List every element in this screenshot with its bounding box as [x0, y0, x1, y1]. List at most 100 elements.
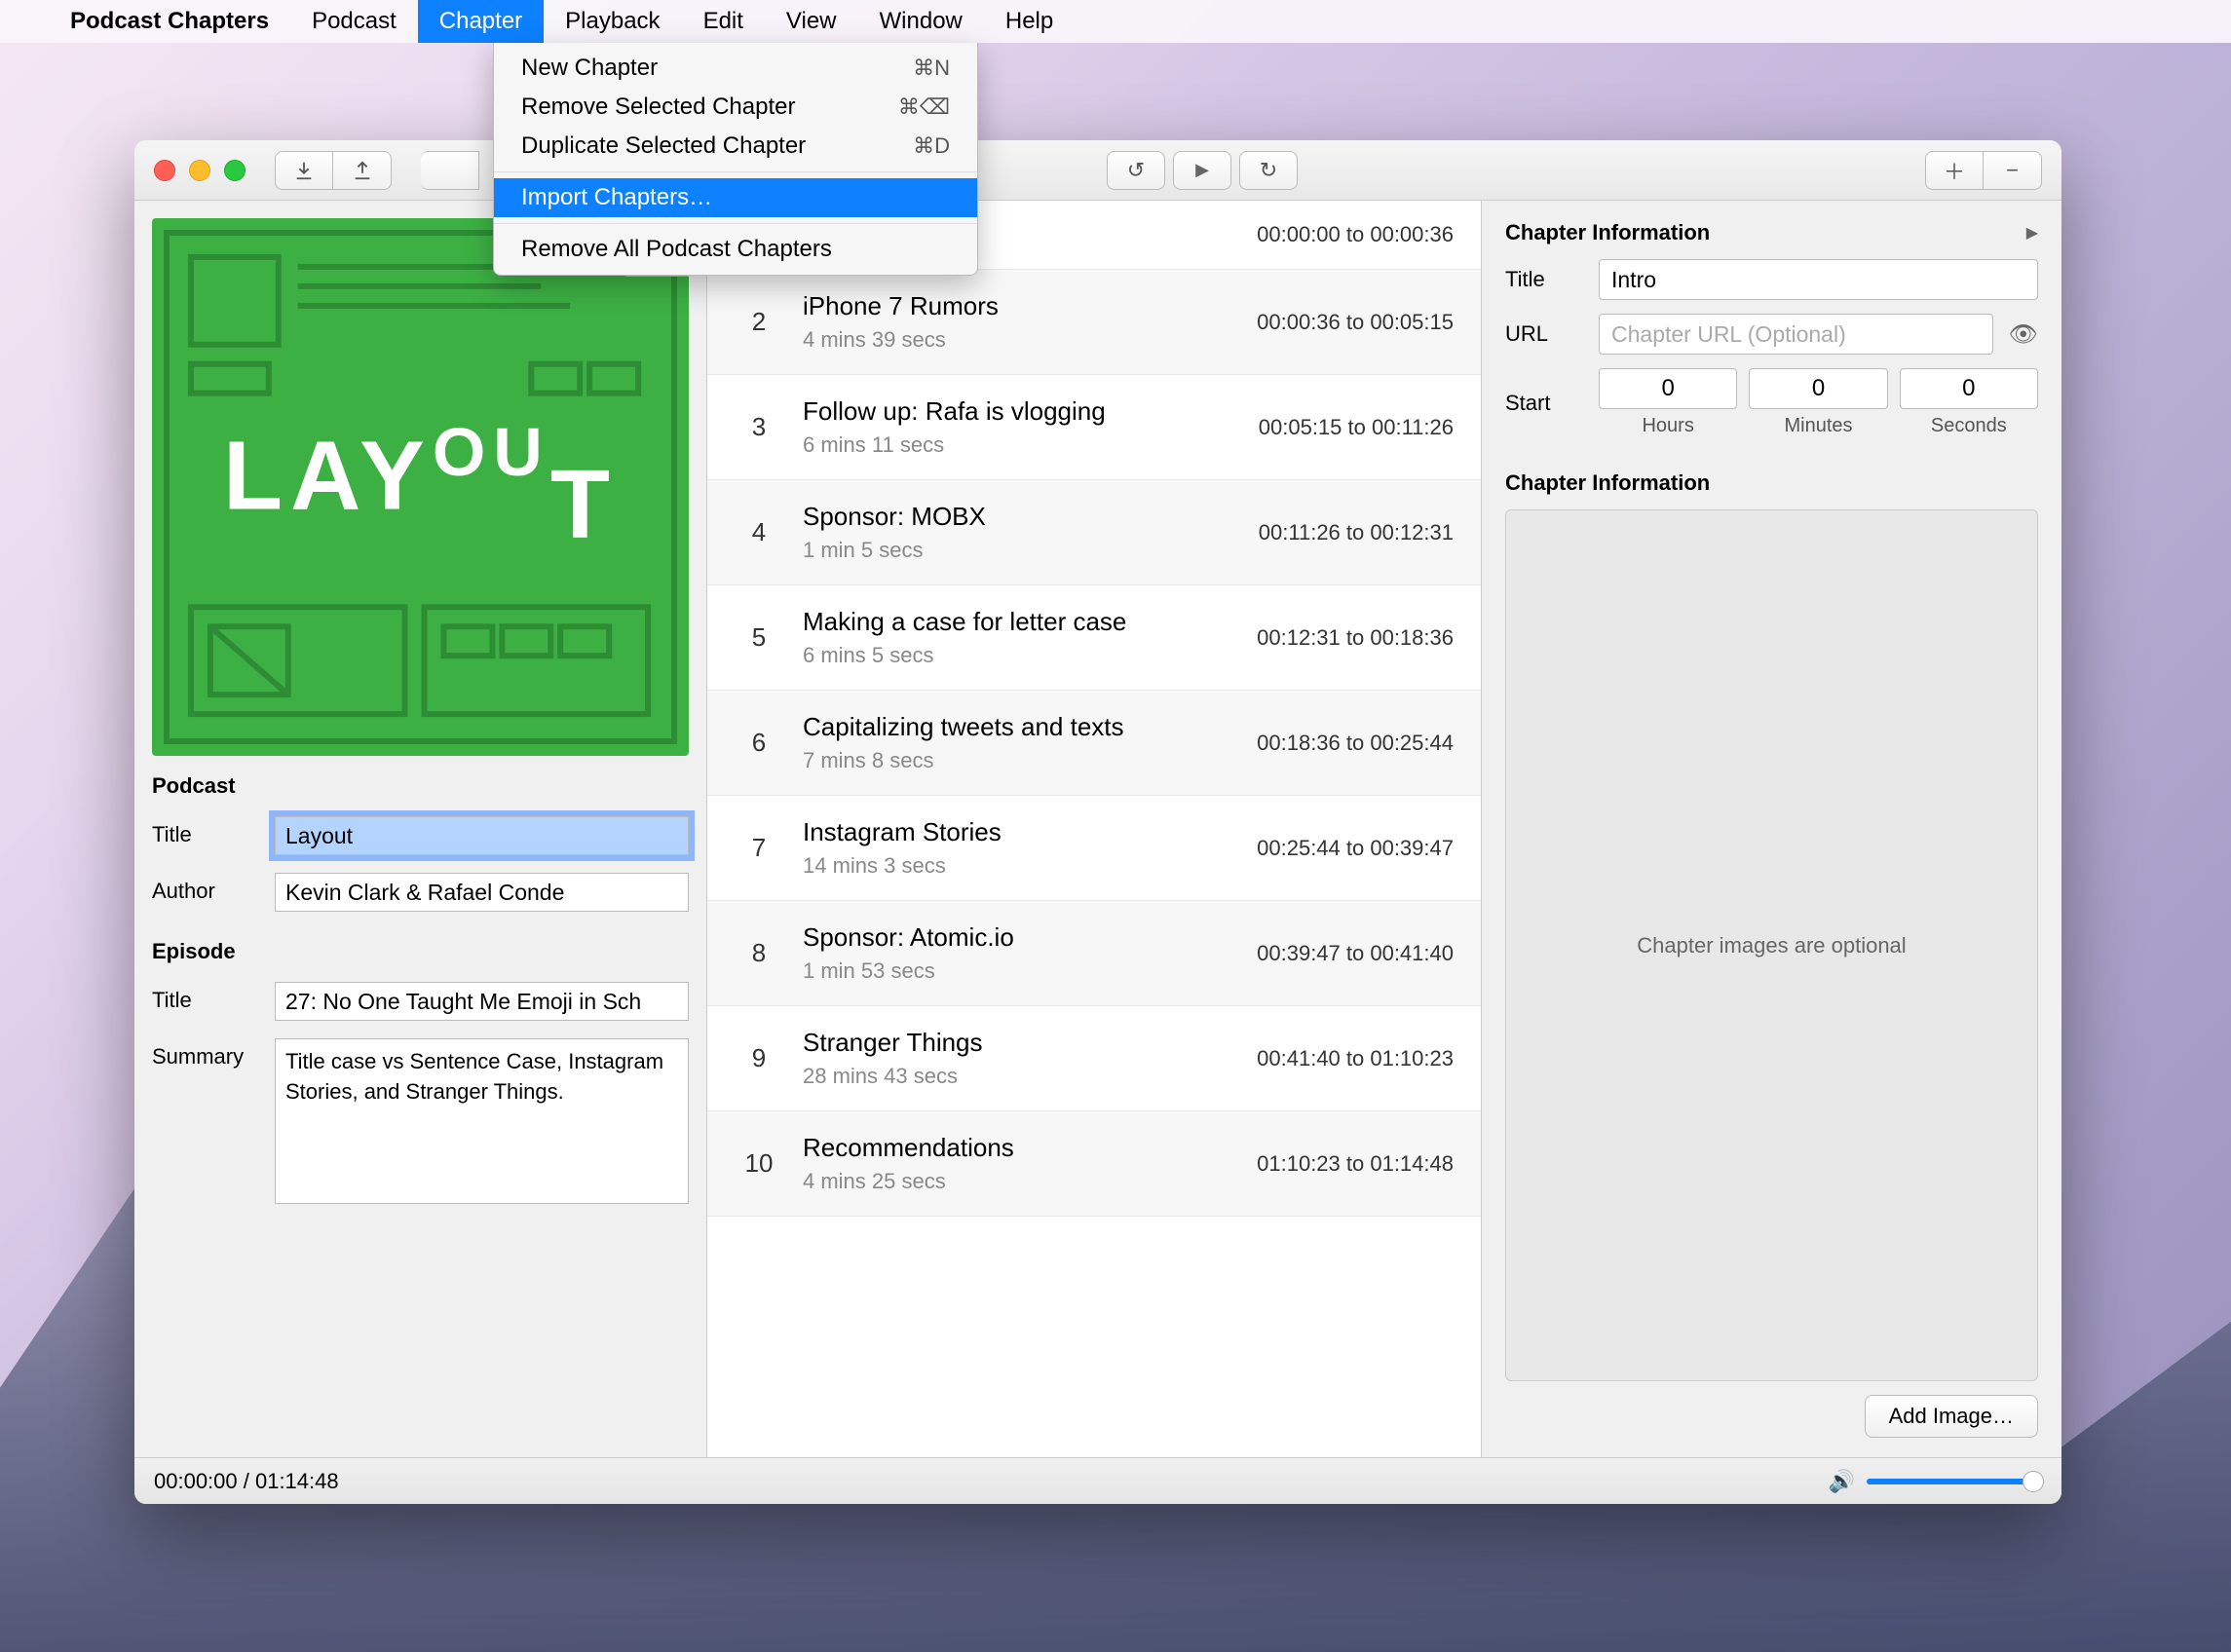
chapter-info: Recommendations 4 mins 25 secs: [783, 1133, 1257, 1194]
chapter-duration: 7 mins 8 secs: [803, 748, 1257, 773]
episode-summary-label: Summary: [152, 1038, 259, 1070]
chapter-image-header: Chapter Information: [1505, 470, 2038, 496]
podcast-title-input[interactable]: [275, 816, 689, 855]
chapter-duration: 4 mins 39 secs: [803, 327, 1257, 353]
chapter-image-dropzone[interactable]: Chapter images are optional: [1505, 509, 2038, 1381]
chapter-row[interactable]: 9 Stranger Things 28 mins 43 secs 00:41:…: [707, 1006, 1481, 1111]
chapter-title-text: Stranger Things: [803, 1028, 1257, 1058]
menubar-chapter[interactable]: Chapter: [418, 0, 544, 43]
menubar-playback[interactable]: Playback: [544, 0, 681, 43]
menu-shortcut: ⌘D: [913, 133, 950, 159]
menu-remove-all-podcast-chapters[interactable]: Remove All Podcast Chapters: [494, 230, 977, 269]
chapter-number: 6: [735, 728, 783, 758]
menubar-view[interactable]: View: [765, 0, 858, 43]
minutes-input[interactable]: [1749, 368, 1887, 409]
menubar-help[interactable]: Help: [984, 0, 1075, 43]
menubar-podcast[interactable]: Podcast: [290, 0, 418, 43]
volume-icon[interactable]: 🔊: [1829, 1469, 1855, 1494]
menubar-app-name[interactable]: Podcast Chapters: [49, 0, 290, 43]
maximize-button[interactable]: [224, 160, 246, 181]
chapters-list: 00:00:00 to 00:00:36 2 iPhone 7 Rumors 4…: [707, 201, 1482, 1457]
episode-title-input[interactable]: [275, 982, 689, 1021]
rewind-button[interactable]: ↺: [1107, 151, 1165, 190]
chapter-number: 7: [735, 833, 783, 863]
disclosure-triangle-icon[interactable]: ▶: [2026, 223, 2038, 243]
chapter-row[interactable]: 8 Sponsor: Atomic.io 1 min 53 secs 00:39…: [707, 901, 1481, 1006]
chapter-title-text: Capitalizing tweets and texts: [803, 712, 1257, 742]
forward-button[interactable]: ↻: [1239, 151, 1298, 190]
add-button[interactable]: ＋: [1925, 151, 1984, 190]
chapter-number: 4: [735, 517, 783, 547]
menubar-edit[interactable]: Edit: [682, 0, 765, 43]
chapter-row[interactable]: 6 Capitalizing tweets and texts 7 mins 8…: [707, 691, 1481, 796]
menu-remove-selected-chapter[interactable]: Remove Selected Chapter ⌘⌫: [494, 88, 977, 127]
menu-label: Import Chapters…: [521, 184, 712, 211]
chapter-number: 9: [735, 1043, 783, 1073]
podcast-author-input[interactable]: [275, 873, 689, 912]
chapter-info: Follow up: Rafa is vlogging 6 mins 11 se…: [783, 396, 1259, 458]
chapter-row[interactable]: 2 iPhone 7 Rumors 4 mins 39 secs 00:00:3…: [707, 270, 1481, 375]
menu-label: Remove Selected Chapter: [521, 94, 795, 121]
podcast-artwork: LAYOUT Cha: [152, 218, 689, 756]
chapter-url-label: URL: [1505, 321, 1583, 347]
chapter-timerange: 00:05:15 to 00:11:26: [1259, 415, 1454, 440]
eye-icon[interactable]: 👁: [2009, 320, 2038, 349]
play-button[interactable]: ▶: [1173, 151, 1231, 190]
volume-thumb[interactable]: [2023, 1471, 2044, 1492]
menu-shortcut: ⌘⌫: [898, 94, 950, 120]
chapter-dropdown-menu: New Chapter ⌘N Remove Selected Chapter ⌘…: [493, 43, 978, 276]
menubar: Podcast Chapters Podcast Chapter Playbac…: [0, 0, 2231, 43]
minimize-button[interactable]: [189, 160, 210, 181]
artwork-text: LAYOUT: [152, 413, 689, 532]
chapter-number: 8: [735, 938, 783, 968]
volume-slider[interactable]: [1867, 1479, 2042, 1484]
right-pane: Chapter Information ▶ Title URL 👁 Start …: [1482, 201, 2061, 1457]
menu-separator: [494, 171, 977, 172]
chapter-title-text: iPhone 7 Rumors: [803, 291, 1257, 321]
menubar-window[interactable]: Window: [858, 0, 984, 43]
hours-label: Hours: [1642, 415, 1693, 437]
chapter-number: 2: [735, 307, 783, 337]
chapter-duration: 28 mins 43 secs: [803, 1064, 1257, 1089]
chapter-info: iPhone 7 Rumors 4 mins 39 secs: [783, 291, 1257, 353]
volume-control: 🔊: [1829, 1469, 2042, 1494]
chapter-info: Sponsor: Atomic.io 1 min 53 secs: [783, 922, 1257, 984]
episode-title-label: Title: [152, 982, 259, 1013]
seconds-input[interactable]: [1900, 368, 2038, 409]
podcast-section-label: Podcast: [152, 773, 689, 799]
chapter-url-input[interactable]: [1599, 314, 1993, 355]
chapter-row[interactable]: 3 Follow up: Rafa is vlogging 6 mins 11 …: [707, 375, 1481, 480]
chapter-duration: 14 mins 3 secs: [803, 853, 1257, 879]
chapter-number: 5: [735, 622, 783, 653]
minutes-label: Minutes: [1784, 415, 1852, 437]
chapter-row[interactable]: 10 Recommendations 4 mins 25 secs 01:10:…: [707, 1111, 1481, 1217]
menu-import-chapters[interactable]: Import Chapters…: [494, 178, 977, 217]
chapter-title-text: Making a case for letter case: [803, 607, 1257, 637]
export-button[interactable]: [333, 151, 392, 190]
chapter-row[interactable]: 4 Sponsor: MOBX 1 min 5 secs 00:11:26 to…: [707, 480, 1481, 585]
seconds-label: Seconds: [1931, 415, 2007, 437]
chapter-info-header: Chapter Information: [1505, 220, 1710, 245]
chapter-row[interactable]: 5 Making a case for letter case 6 mins 5…: [707, 585, 1481, 691]
close-button[interactable]: [154, 160, 175, 181]
chapter-timerange: 00:18:36 to 00:25:44: [1257, 731, 1454, 756]
menu-new-chapter[interactable]: New Chapter ⌘N: [494, 49, 977, 88]
chapter-duration: 1 min 5 secs: [803, 538, 1259, 563]
episode-summary-input[interactable]: [275, 1038, 689, 1204]
chapter-timerange: 01:10:23 to 01:14:48: [1257, 1151, 1454, 1177]
chapter-row[interactable]: 7 Instagram Stories 14 mins 3 secs 00:25…: [707, 796, 1481, 901]
menu-separator: [494, 223, 977, 224]
episode-section-label: Episode: [152, 939, 689, 964]
chapters-toggle-button[interactable]: [421, 151, 479, 190]
menu-label: Remove All Podcast Chapters: [521, 236, 832, 263]
add-image-button[interactable]: Add Image…: [1865, 1395, 2038, 1438]
chapter-duration: 1 min 53 secs: [803, 958, 1257, 984]
chapter-number: 10: [735, 1148, 783, 1179]
import-button[interactable]: [275, 151, 333, 190]
remove-button[interactable]: −: [1984, 151, 2042, 190]
menu-duplicate-selected-chapter[interactable]: Duplicate Selected Chapter ⌘D: [494, 127, 977, 166]
chapter-title-input[interactable]: [1599, 259, 2038, 300]
hours-input[interactable]: [1599, 368, 1737, 409]
chapter-info: Capitalizing tweets and texts 7 mins 8 s…: [783, 712, 1257, 773]
chapter-info: Stranger Things 28 mins 43 secs: [783, 1028, 1257, 1089]
